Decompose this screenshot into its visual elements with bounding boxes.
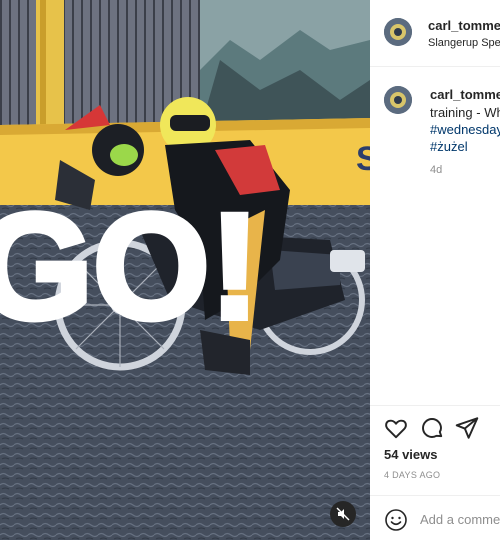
comment-bar: [370, 495, 500, 540]
go-overlay-text: GO!: [0, 182, 260, 350]
avatar-image: [384, 18, 412, 46]
post-sidebar: carl_tommer Slangerup Spee carl_tommer t…: [370, 0, 500, 540]
avatar-image: [384, 86, 412, 114]
post-timestamp[interactable]: 4 DAYS AGO: [384, 470, 440, 480]
author-username[interactable]: carl_tommer: [428, 18, 500, 33]
caption-timestamp[interactable]: 4d: [430, 164, 442, 176]
hashtag-link[interactable]: #wednesday: [430, 121, 500, 138]
like-button[interactable]: [383, 415, 409, 441]
comment-bubble-icon: [422, 418, 443, 438]
comment-button[interactable]: [419, 415, 445, 441]
post-header: carl_tommer Slangerup Spee: [370, 0, 500, 67]
speaker-muted-icon: [336, 507, 350, 521]
caption-text: training - Wh: [430, 105, 500, 120]
post-caption: training - Wh #wednesday #żużel: [430, 104, 500, 155]
smiley-icon: [385, 509, 407, 531]
caption-username[interactable]: carl_tommer: [430, 87, 500, 102]
comment-input[interactable]: [420, 509, 500, 529]
emoji-button[interactable]: [384, 508, 408, 532]
mute-toggle-button[interactable]: [330, 501, 356, 527]
caption-avatar[interactable]: [384, 86, 412, 114]
author-avatar[interactable]: [384, 18, 412, 46]
hashtag-link[interactable]: #żużel: [430, 138, 500, 155]
go-sticker: GO!: [0, 179, 263, 353]
heart-icon: [385, 419, 407, 439]
share-button[interactable]: [454, 415, 480, 441]
paper-plane-icon: [455, 417, 479, 439]
post-location[interactable]: Slangerup Spee: [428, 37, 500, 49]
post-video[interactable]: S GO!: [0, 0, 370, 540]
view-count[interactable]: 54 views: [384, 447, 438, 462]
post-actions: 54 views 4 DAYS AGO: [370, 405, 500, 540]
